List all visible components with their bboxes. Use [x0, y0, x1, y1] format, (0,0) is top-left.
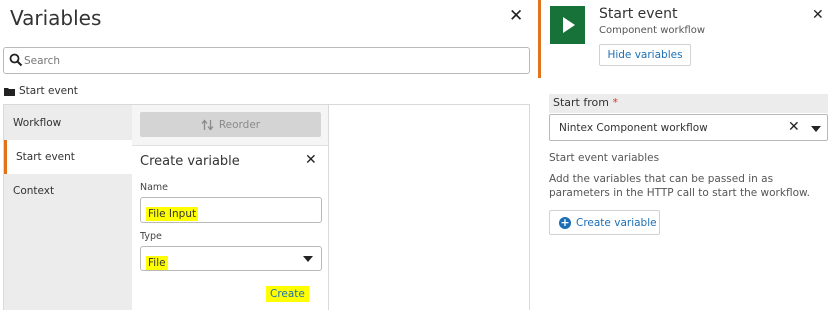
reorder-button[interactable]: Reorder [140, 112, 321, 137]
reorder-label: Reorder [218, 118, 261, 131]
chevron-down-icon[interactable] [811, 126, 821, 132]
hide-variables-button[interactable]: Hide variables [599, 44, 691, 66]
name-value: File Input [146, 207, 199, 221]
variables-nav: Workflow Start event Context [4, 105, 132, 310]
play-icon [563, 17, 575, 33]
event-subtitle: Component workflow [599, 25, 706, 36]
start-event-variables-heading: Start event variables [549, 152, 660, 164]
event-title: Start event [599, 6, 678, 22]
variables-panel: Variables ✕ Start event Workflow Start e… [0, 0, 538, 310]
start-from-label: Start from * [549, 94, 828, 113]
create-variable-card: Create variable ✕ Name File Input Type F… [132, 145, 328, 310]
plus-circle-icon: + [559, 215, 571, 229]
clear-icon[interactable]: ✕ [788, 119, 800, 135]
start-event-variables-description: Add the variables that can be passed in … [549, 173, 810, 199]
create-variable-close-icon[interactable]: ✕ [305, 152, 317, 168]
event-close-icon[interactable]: ✕ [812, 7, 824, 23]
folder-icon [4, 87, 15, 96]
create-variable-label: Create variable [576, 216, 657, 229]
start-event-icon [550, 6, 585, 44]
required-marker: * [612, 96, 618, 109]
nav-item-start-event[interactable]: Start event [4, 140, 132, 174]
name-field[interactable]: File Input [140, 197, 322, 223]
variables-close-icon[interactable]: ✕ [509, 6, 523, 26]
folder-label: Start event [19, 85, 78, 97]
start-event-panel: Start event Component workflow ✕ Hide va… [541, 0, 836, 310]
search-icon [9, 53, 23, 67]
variables-body: Workflow Start event Context Reorder Cre… [3, 104, 530, 310]
create-variable-title: Create variable [140, 154, 240, 169]
reorder-icon [201, 118, 214, 131]
type-select[interactable]: File [140, 246, 322, 271]
create-button[interactable]: Create [266, 286, 309, 302]
variables-list-area: Reorder Create variable ✕ Name File Inpu… [132, 105, 329, 310]
search-input[interactable] [24, 51, 519, 71]
start-from-value: Nintex Component workflow [559, 122, 708, 134]
nav-item-context[interactable]: Context [4, 174, 132, 208]
type-label: Type [140, 231, 162, 242]
start-from-text: Start from [553, 96, 609, 109]
nav-item-workflow[interactable]: Workflow [4, 106, 132, 140]
name-label: Name [140, 182, 169, 193]
variables-title: Variables [10, 6, 102, 30]
create-variable-button[interactable]: + Create variable [549, 210, 660, 235]
search-box[interactable] [3, 47, 530, 74]
chevron-down-icon [303, 256, 313, 262]
type-value: File [146, 256, 168, 270]
start-from-select[interactable]: Nintex Component workflow ✕ [549, 114, 828, 141]
folder-row[interactable]: Start event [4, 84, 78, 98]
